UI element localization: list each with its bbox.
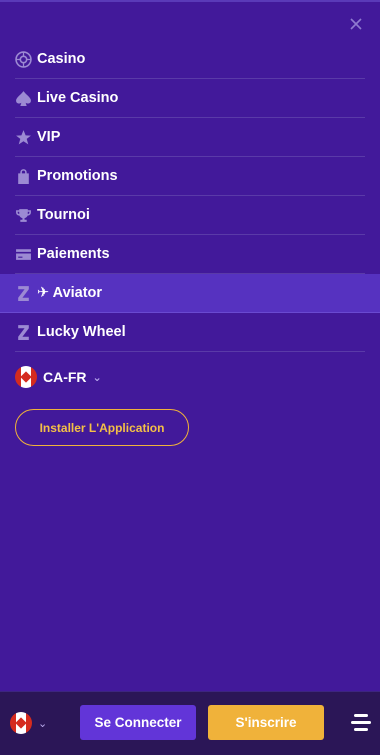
menu-item-label: Promotions: [37, 168, 118, 184]
menu-item-label: Tournoi: [37, 207, 90, 223]
canada-flag-icon[interactable]: [10, 712, 32, 734]
locale-code: CA-FR: [43, 369, 87, 385]
nav-drawer: Casino Live Casino VIP Promotions Tourno…: [0, 0, 380, 692]
bottom-bar: ⌄ Se Connecter S'inscrire: [0, 691, 380, 755]
z-icon: [15, 285, 32, 302]
login-button[interactable]: Se Connecter: [80, 705, 196, 740]
canada-flag-icon: [15, 366, 37, 388]
menu-item-label: ✈ Aviator: [37, 285, 103, 301]
roulette-icon: [15, 50, 32, 68]
bag-icon: [15, 168, 32, 185]
locale-selector[interactable]: CA-FR ⌄: [15, 366, 102, 388]
menu-item-casino[interactable]: Casino: [15, 40, 365, 79]
menu-item-label: Live Casino: [37, 90, 119, 106]
close-icon[interactable]: [348, 16, 364, 32]
card-icon: [15, 246, 32, 263]
hamburger-menu-icon[interactable]: [351, 714, 371, 732]
menu-item-lucky-wheel[interactable]: Lucky Wheel: [15, 313, 365, 352]
menu-item-aviator[interactable]: ✈ Aviator: [0, 274, 380, 313]
menu-item-tournoi[interactable]: Tournoi: [15, 196, 365, 235]
trophy-icon: [15, 207, 32, 224]
chevron-down-icon: ⌄: [92, 371, 102, 384]
menu-item-promotions[interactable]: Promotions: [15, 157, 365, 196]
menu-item-label: Paiements: [37, 246, 110, 262]
menu-item-label: VIP: [37, 129, 61, 145]
z-icon: [15, 324, 32, 341]
install-app-button[interactable]: Installer L'Application: [15, 409, 189, 446]
menu-item-label: Lucky Wheel: [37, 324, 126, 340]
star-icon: [15, 129, 32, 146]
chevron-down-icon[interactable]: ⌄: [38, 717, 47, 730]
signup-button[interactable]: S'inscrire: [208, 705, 324, 740]
spade-icon: [15, 90, 32, 107]
menu-item-label: Casino: [37, 51, 86, 67]
app-root: Casino Live Casino VIP Promotions Tourno…: [0, 0, 380, 755]
menu-item-vip[interactable]: VIP: [15, 118, 365, 157]
menu-item-paiements[interactable]: Paiements: [15, 235, 365, 274]
main-menu: Casino Live Casino VIP Promotions Tourno…: [0, 40, 380, 352]
menu-item-live-casino[interactable]: Live Casino: [15, 79, 365, 118]
